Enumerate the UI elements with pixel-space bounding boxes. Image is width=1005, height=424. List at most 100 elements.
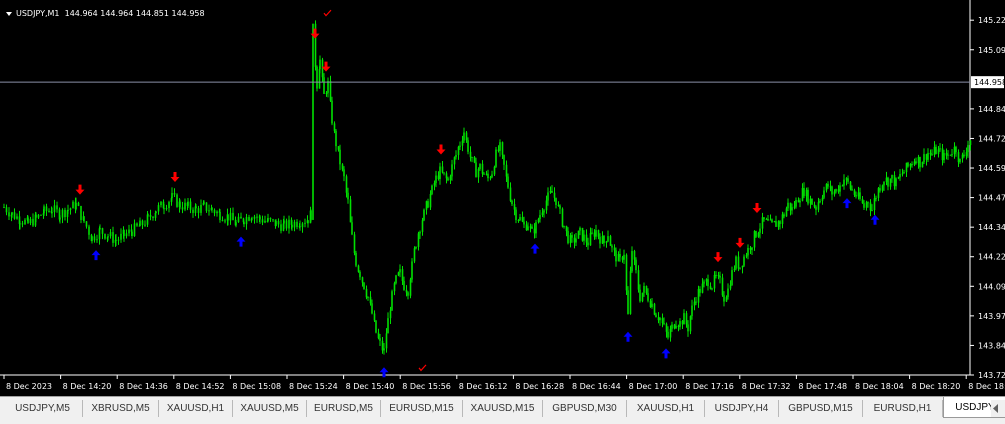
chart-tab[interactable]: GBPUSD,M30	[543, 400, 627, 417]
candle-body	[323, 77, 325, 94]
candle-body	[345, 176, 348, 193]
candle-body	[104, 233, 106, 239]
candle-body	[423, 209, 425, 221]
candle-body	[581, 227, 584, 241]
signal-arrows	[75, 9, 880, 378]
candle-body	[857, 192, 860, 197]
candle-body	[757, 232, 760, 237]
candle-body	[377, 332, 380, 339]
candle-body	[483, 173, 485, 175]
candle-body	[607, 236, 609, 242]
candle-body	[669, 328, 672, 338]
candle-body	[613, 247, 616, 251]
sell-arrow-icon	[713, 252, 723, 263]
candle-body	[19, 223, 21, 225]
candle-body	[471, 157, 473, 159]
candle-body	[173, 193, 176, 195]
candle-body	[361, 277, 364, 283]
candle-body	[841, 185, 844, 187]
candle-body	[525, 224, 528, 231]
candle-body	[375, 320, 377, 333]
candle-body	[589, 233, 592, 246]
candle-body	[863, 203, 865, 208]
candle-body	[48, 210, 50, 212]
price-axis[interactable]: 145.220 145.095 144.845 144.720 144.595 144.4…	[970, 16, 1005, 380]
candle-body	[248, 217, 250, 221]
candle-body	[449, 176, 452, 181]
price-tick-label: 144.595	[978, 164, 1005, 173]
candle-body	[643, 285, 645, 293]
candle-body	[505, 164, 508, 177]
candle-body	[371, 303, 373, 314]
time-tick-label: 8 Dec 16:28	[515, 382, 564, 391]
time-tick-label: 8 Dec 17:32	[742, 382, 791, 391]
candle-body	[861, 198, 864, 204]
chart-tab[interactable]: USDJPY,M5	[3, 400, 83, 417]
candle-body	[203, 202, 205, 204]
candle-body	[417, 233, 420, 247]
candle-body	[739, 267, 741, 269]
candle-body	[433, 182, 436, 186]
sell-arrow-icon	[752, 203, 762, 214]
candle-body	[509, 187, 512, 201]
time-tick-label: 8 Dec 18:36	[968, 382, 1005, 391]
chart-canvas[interactable]: 145.220 145.095 144.845 144.720 144.595 144.4…	[0, 0, 1005, 396]
tab-scroll-arrows-icon[interactable]	[991, 400, 1005, 417]
candle-body	[327, 80, 329, 93]
candle-body	[827, 183, 829, 187]
candle-body	[235, 222, 237, 226]
chart-tab[interactable]: USDJPY,H4	[705, 400, 779, 417]
candle-body	[687, 324, 689, 332]
chart-tab[interactable]: XBRUSD,M5	[83, 400, 159, 417]
candle-body	[759, 228, 761, 233]
dropdown-triangle-icon[interactable]	[6, 12, 12, 16]
candle-body	[264, 220, 266, 223]
candle-body	[501, 142, 504, 155]
chart-tab[interactable]: GBPUSD,M15	[779, 400, 863, 417]
candle-body	[117, 239, 120, 241]
candle-body	[785, 208, 788, 217]
candle-body	[45, 206, 48, 212]
chart-tab[interactable]: EURUSD,H1	[863, 400, 943, 417]
candle-body	[583, 234, 585, 241]
candle-body	[703, 281, 705, 284]
candle-body	[93, 236, 96, 241]
candle-body	[859, 192, 861, 199]
candle-body	[801, 188, 804, 201]
candle-body	[51, 212, 53, 214]
candle-body	[473, 157, 476, 163]
candle-body	[419, 231, 421, 234]
candle-body	[549, 191, 552, 193]
candle-body	[75, 202, 77, 210]
candle-body	[867, 202, 869, 204]
candle-body	[469, 151, 472, 158]
price-chart[interactable]: 145.220 145.095 144.845 144.720 144.595 144.4…	[0, 0, 1005, 396]
chart-tab[interactable]: EURUSD,M5	[307, 400, 381, 417]
chart-tab[interactable]: XAUUSD,M15	[463, 400, 543, 417]
candle-body	[405, 289, 408, 293]
candle-body	[8, 212, 10, 217]
candle-body	[219, 211, 221, 221]
candle-body	[267, 217, 269, 222]
chart-tab[interactable]: XAUUSD,H1	[627, 400, 705, 417]
candle-body	[99, 228, 101, 230]
candle-body	[283, 220, 285, 224]
candle-body	[112, 232, 114, 243]
time-tick-label: 8 Dec 18:20	[912, 382, 961, 391]
candle-body	[623, 254, 625, 260]
candle-body	[427, 201, 429, 208]
chart-tab[interactable]: XAUUSD,H1	[159, 400, 233, 417]
candle-body	[391, 291, 393, 311]
candle-body	[561, 208, 564, 227]
candle-body	[717, 275, 720, 277]
candle-body	[645, 285, 648, 294]
chart-tab[interactable]: EURUSD,M15	[381, 400, 463, 417]
time-axis[interactable]: 8 Dec 2023 8 Dec 14:20 8 Dec 14:36 8 Dec 14…	[3, 375, 1005, 391]
candle-body	[56, 205, 58, 210]
candle-body	[497, 149, 500, 151]
chart-tab[interactable]: XAUUSD,M5	[233, 400, 307, 417]
candle-body	[619, 253, 621, 258]
candle-body	[543, 210, 545, 213]
candle-body	[753, 231, 756, 248]
candle-body	[163, 208, 165, 210]
